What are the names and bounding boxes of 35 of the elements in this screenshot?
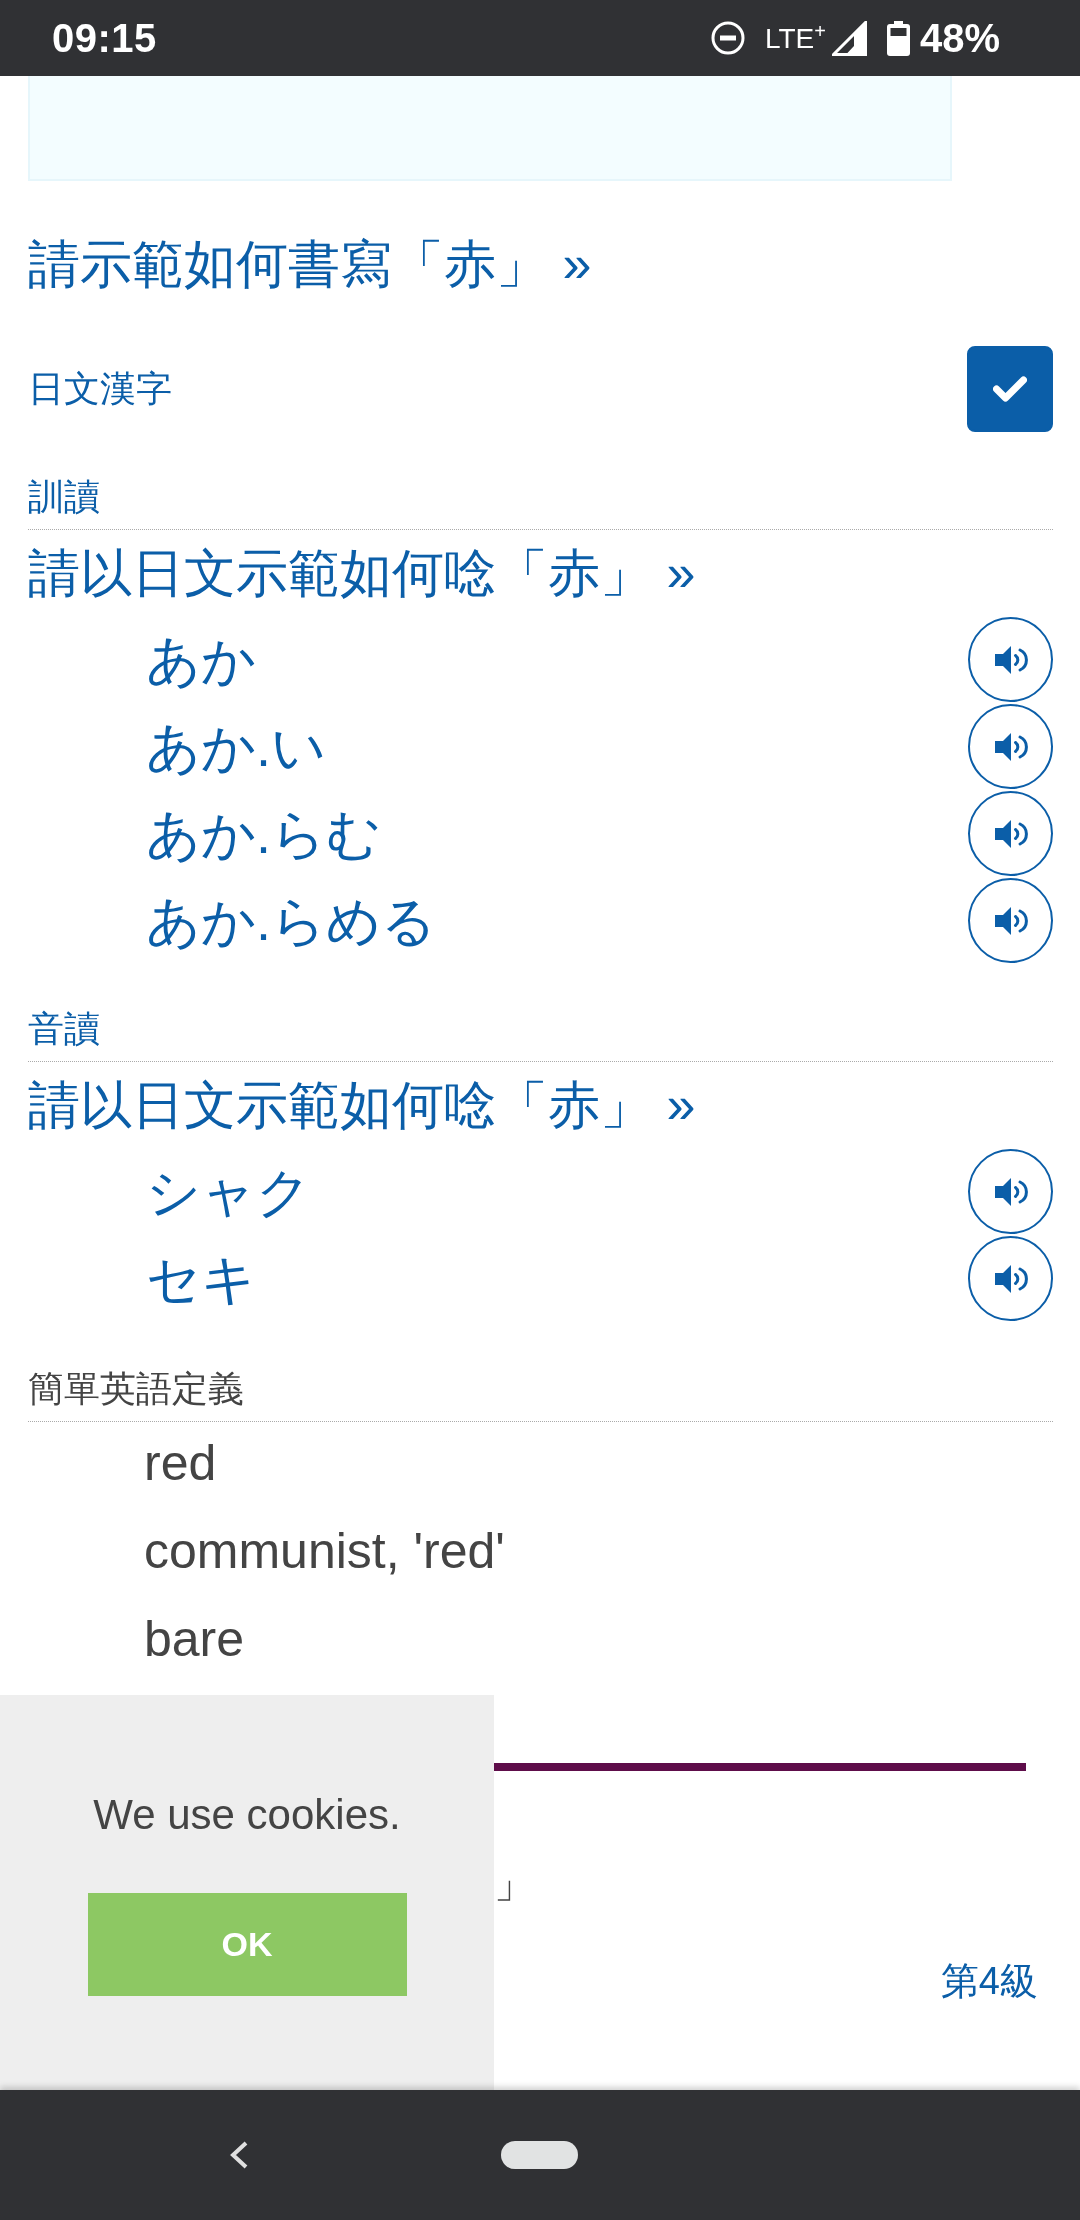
battery-icon	[886, 20, 910, 56]
pronunciation-link[interactable]: 請以日文示範如何唸「赤」 »	[28, 1073, 696, 1137]
grade-link[interactable]: 第4級	[940, 1957, 1038, 2005]
status-time: 09:15	[52, 15, 157, 61]
signal-icon	[831, 20, 867, 56]
battery-percent: 48%	[919, 15, 1000, 61]
do-not-disturb-icon	[710, 21, 745, 55]
kana-reading: シャク	[146, 1160, 311, 1224]
checkbox[interactable]	[967, 346, 1053, 432]
stroke-order-link[interactable]: 請示範如何書寫「赤」 »	[28, 232, 592, 296]
pronunciation-link[interactable]: 請以日文示範如何唸「赤」 »	[28, 541, 696, 605]
network-type: LTE$^{+}$	[764, 20, 826, 56]
section-heading: 音讀	[28, 1007, 100, 1051]
speaker-icon	[994, 818, 1031, 849]
back-icon[interactable]	[229, 2141, 249, 2169]
cookie-message: We use cookies.	[93, 1790, 401, 1840]
checkmark-icon	[993, 376, 1027, 402]
partial-text: 」	[494, 1861, 534, 1905]
definition-text: bare	[144, 1610, 245, 1669]
speaker-icon	[994, 1263, 1031, 1294]
speaker-icon	[994, 644, 1031, 675]
kana-reading: セキ	[146, 1247, 256, 1311]
kana-reading: あか	[146, 628, 256, 692]
home-button[interactable]	[501, 2141, 578, 2169]
kana-reading: あか.らむ	[146, 802, 381, 866]
section-heading: 簡單英語定義	[28, 1367, 244, 1411]
japanese-kanji-label: 日文漢字	[28, 367, 172, 411]
section-heading: 訓讀	[28, 475, 100, 519]
definition-text: communist, 'red'	[144, 1522, 505, 1581]
kana-reading: あか.い	[146, 715, 326, 779]
definition-text: red	[144, 1434, 217, 1493]
speaker-icon	[994, 731, 1031, 762]
speaker-icon	[994, 1176, 1031, 1207]
speaker-icon	[994, 905, 1031, 936]
kana-reading: あか.らめる	[146, 889, 436, 953]
